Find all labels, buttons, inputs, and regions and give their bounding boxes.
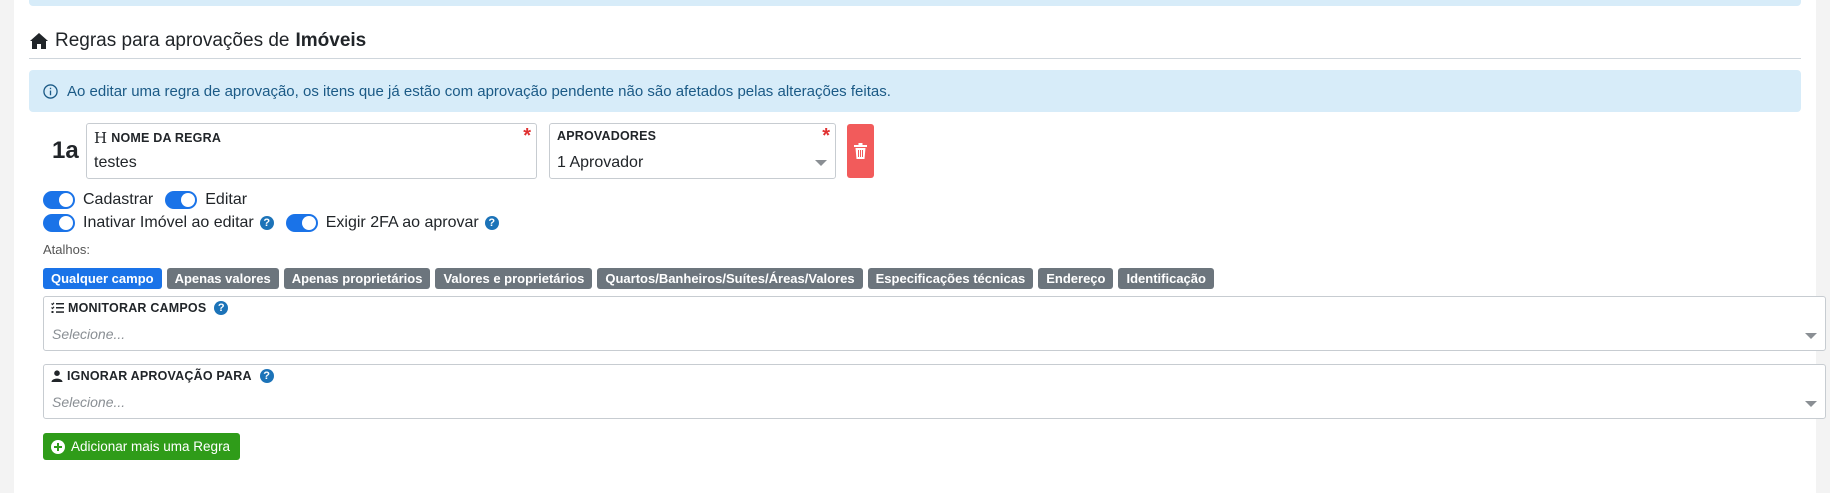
title-prefix: Regras para aprovações de [55, 30, 290, 51]
help-icon[interactable]: ? [259, 216, 274, 230]
monitor-fields-placeholder: Selecione... [52, 326, 126, 342]
monitor-fields-select[interactable]: MONITORAR CAMPOS ? Selecione... [43, 296, 1826, 351]
shortcut-chip[interactable]: Quartos/Banheiros/Suítes/Áreas/Valores [597, 268, 863, 289]
shortcut-chip[interactable]: Apenas valores [166, 268, 279, 289]
monitor-fields-label: MONITORAR CAMPOS [68, 301, 207, 315]
add-rule-label: Adicionar mais uma Regra [71, 439, 231, 454]
toggle-inativar-label: Inativar Imóvel ao editar [83, 214, 254, 231]
toggle-row-1: Cadastrar Editar [43, 191, 247, 209]
monitor-fields-label-wrap: MONITORAR CAMPOS ? [51, 301, 229, 315]
rule-name-input[interactable] [94, 154, 476, 172]
shortcut-chips: Qualquer campo Apenas valores Apenas pro… [43, 268, 1214, 289]
shortcut-chip[interactable]: Especificações técnicas [867, 268, 1034, 289]
info-alert: Ao editar uma regra de aprovação, os ite… [29, 70, 1801, 112]
help-icon[interactable]: ? [214, 301, 229, 315]
ignore-approval-label: IGNORAR APROVAÇÃO PARA [67, 369, 252, 383]
shortcut-chip[interactable]: Valores e proprietários [435, 268, 593, 289]
shortcuts-label: Atalhos: [43, 242, 90, 257]
title-entity: Imóveis [295, 30, 367, 51]
info-circle-icon [43, 83, 58, 99]
help-icon[interactable]: ? [259, 369, 274, 383]
required-mark: * [822, 125, 830, 147]
toggle-cadastrar[interactable] [43, 191, 75, 209]
ignore-approval-placeholder: Selecione... [52, 394, 126, 410]
list-check-icon [51, 302, 64, 313]
shortcut-chip[interactable]: Identificação [1118, 268, 1214, 289]
toggle-cadastrar-label: Cadastrar [83, 191, 154, 208]
help-icon[interactable]: ? [484, 216, 499, 230]
plus-circle-icon [51, 439, 65, 454]
chevron-down-icon [815, 160, 827, 166]
toggle-editar[interactable] [165, 191, 198, 209]
toggle-row-2: Inativar Imóvel ao editar ? Exigir 2FA a… [43, 214, 499, 232]
toggle-exigir-2fa[interactable] [285, 214, 318, 232]
chevron-down-icon [1805, 401, 1817, 407]
top-info-strip [29, 0, 1801, 6]
approvers-label: APROVADORES [557, 129, 657, 143]
section-title: Regras para aprovações de Imóveis [29, 30, 1801, 59]
approvers-value: 1 Aprovador [557, 154, 644, 171]
alert-text: Ao editar uma regra de aprovação, os ite… [67, 82, 891, 100]
rule-name-label: NOME DA REGRA [111, 131, 222, 145]
rule-number: 1a [52, 137, 79, 164]
shortcut-chip[interactable]: Apenas proprietários [283, 268, 431, 289]
chevron-down-icon [1805, 333, 1817, 339]
delete-rule-button[interactable] [847, 124, 874, 178]
required-mark: * [523, 125, 531, 147]
ignore-approval-select[interactable]: IGNORAR APROVAÇÃO PARA ? Selecione... [43, 364, 1826, 419]
page: Regras para aprovações de Imóveis Ao edi… [14, 0, 1826, 493]
toggle-inativar[interactable] [43, 214, 75, 232]
toggle-editar-label: Editar [205, 191, 248, 208]
heading-icon: H [94, 129, 108, 147]
trash-icon [854, 143, 867, 159]
ignore-approval-label-wrap: IGNORAR APROVAÇÃO PARA ? [51, 369, 274, 383]
rule-name-field[interactable]: H NOME DA REGRA * [86, 123, 537, 179]
rule-name-label-wrap: H NOME DA REGRA [94, 129, 221, 147]
shortcut-chip[interactable]: Qualquer campo [43, 268, 162, 289]
approvers-select[interactable]: APROVADORES * 1 Aprovador [549, 123, 836, 179]
toggle-exigir-2fa-label: Exigir 2FA ao aprovar [325, 214, 479, 231]
add-rule-button[interactable]: Adicionar mais uma Regra [43, 433, 241, 460]
user-icon [51, 370, 63, 382]
home-icon [30, 33, 48, 49]
shortcut-chip[interactable]: Endereço [1038, 268, 1114, 289]
